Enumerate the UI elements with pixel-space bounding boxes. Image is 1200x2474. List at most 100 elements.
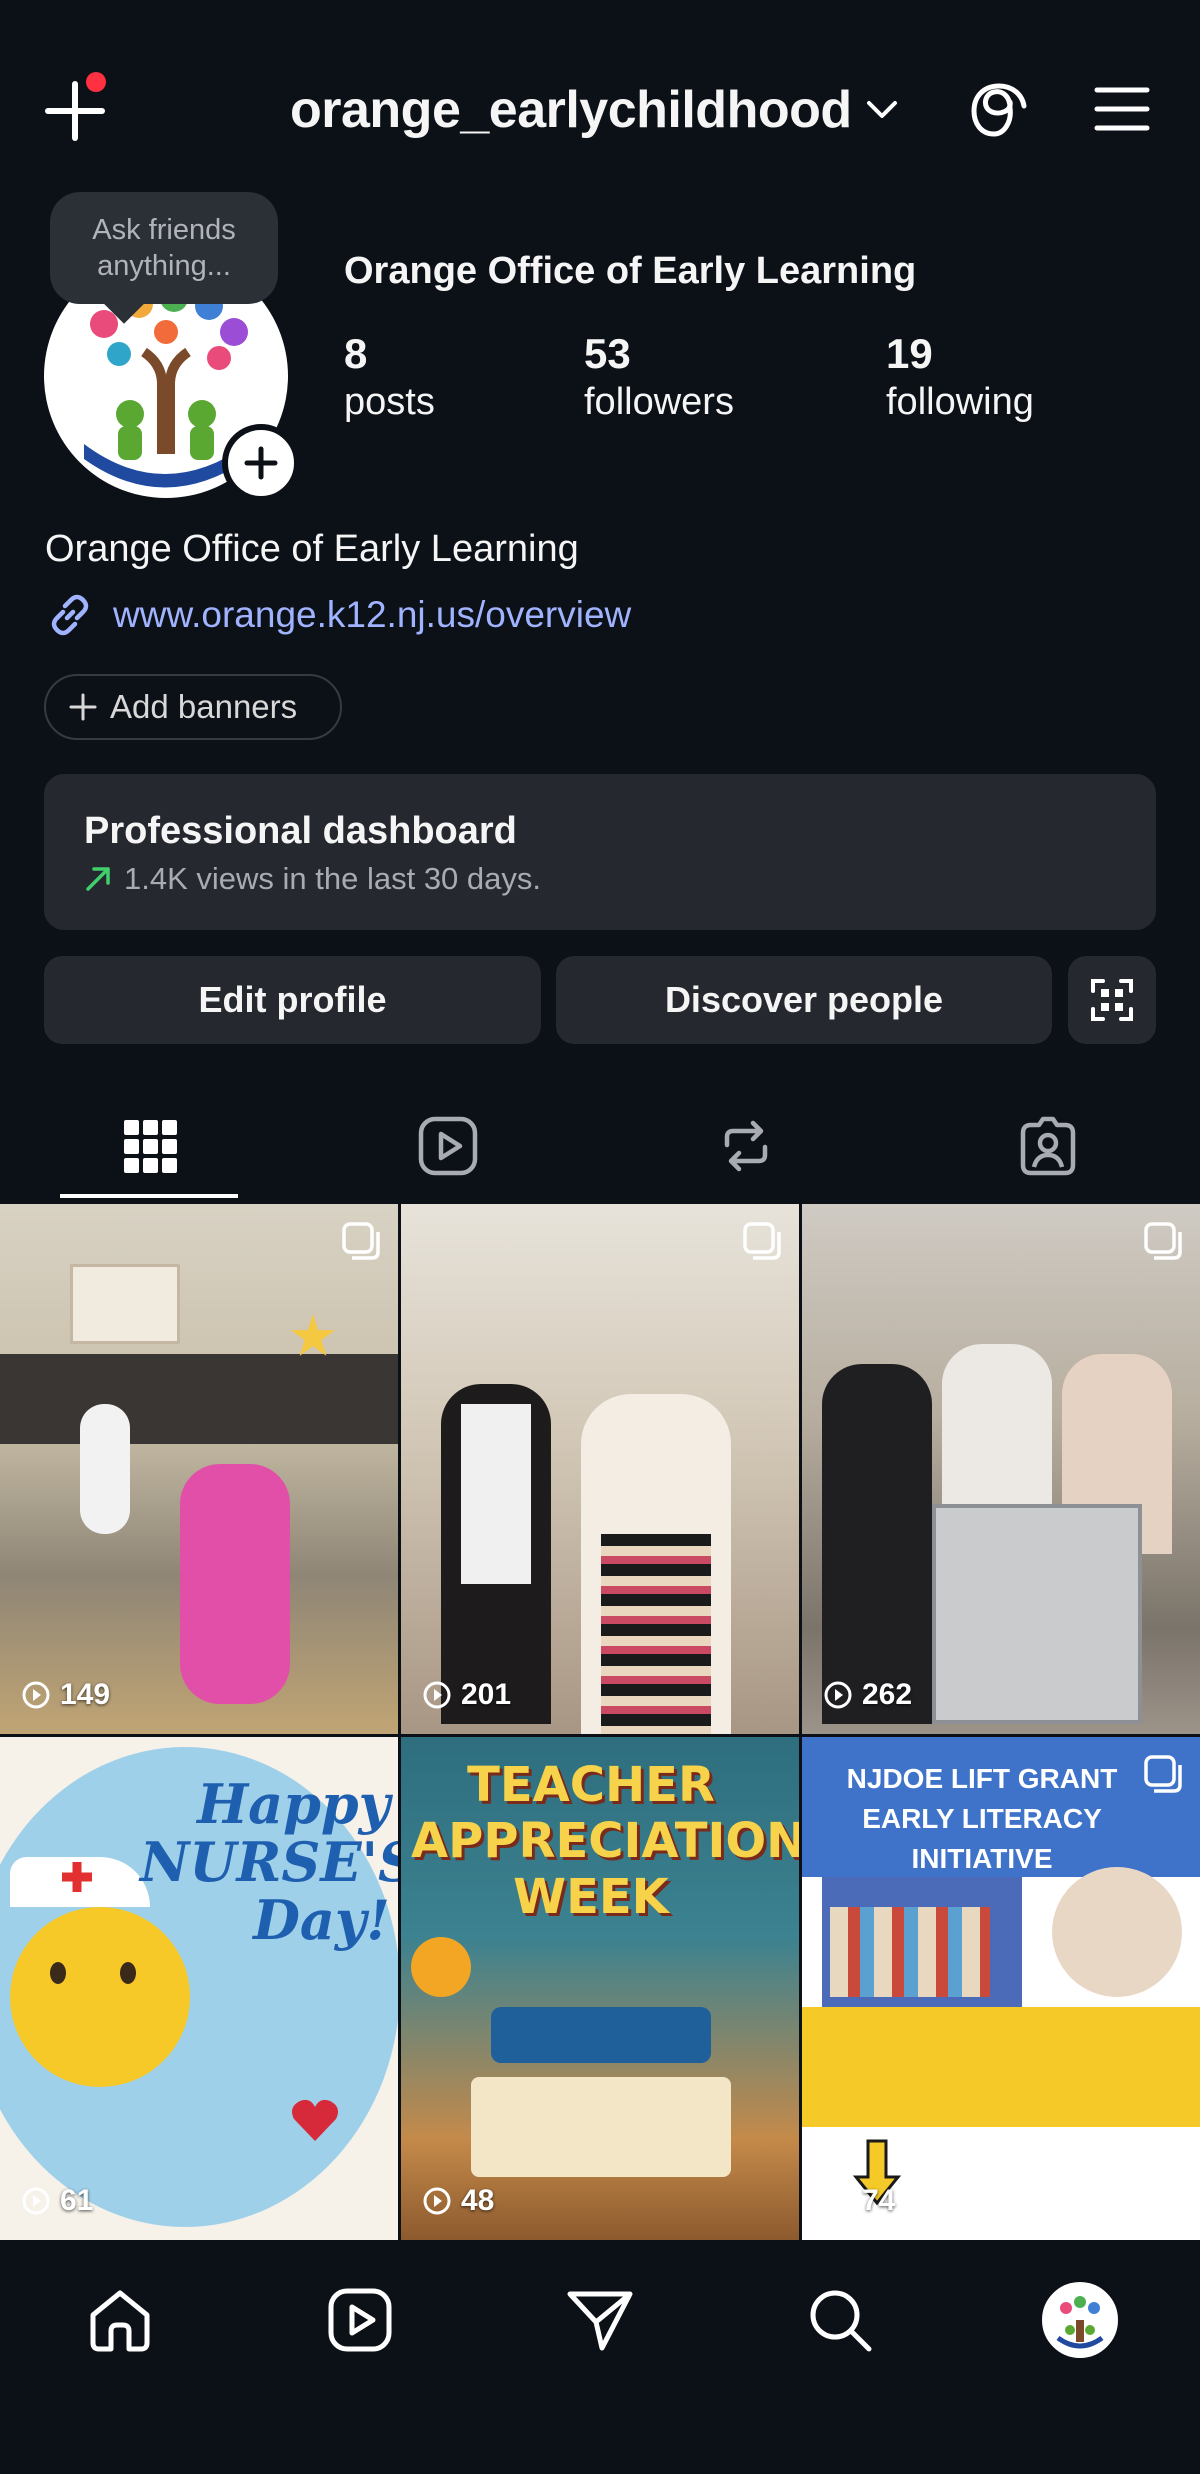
tagged-icon bbox=[1020, 1116, 1076, 1176]
view-count-value: 48 bbox=[461, 2184, 495, 2217]
view-count: 74 bbox=[824, 2184, 895, 2218]
messages-icon bbox=[567, 2291, 633, 2351]
play-icon bbox=[423, 1681, 451, 1709]
view-count: 262 bbox=[824, 1678, 912, 1712]
view-count-value: 201 bbox=[461, 1678, 512, 1711]
post-image-detail bbox=[70, 1264, 180, 1344]
top-bar: orange_earlychildhood bbox=[0, 0, 1200, 200]
bottom-navigation bbox=[0, 2240, 1200, 2474]
nav-home[interactable] bbox=[80, 2280, 160, 2360]
profile-display-name: Orange Office of Early Learning bbox=[344, 250, 917, 292]
multiple-posts-icon bbox=[1144, 1755, 1182, 1793]
tab-reposts[interactable] bbox=[626, 1090, 866, 1202]
stat-value: 53 bbox=[584, 330, 631, 377]
play-icon bbox=[824, 2187, 852, 2215]
discover-people-button[interactable]: Discover people bbox=[556, 956, 1052, 1044]
following-count[interactable]: 19 following bbox=[886, 330, 1034, 426]
post-caption: Happy NURSE'S Day! bbox=[140, 1772, 398, 1952]
active-tab-indicator bbox=[60, 1194, 238, 1198]
discover-people-label: Discover people bbox=[664, 979, 944, 1020]
posts-count[interactable]: 8 posts bbox=[344, 330, 435, 426]
nav-profile[interactable] bbox=[1040, 2280, 1120, 2360]
play-icon bbox=[22, 1681, 50, 1709]
tab-tagged[interactable] bbox=[928, 1090, 1168, 1202]
post-tile[interactable]: Happy NURSE'S Day! 61 bbox=[0, 1737, 398, 2240]
notes-tooltip[interactable]: Ask friends anything... bbox=[50, 192, 278, 304]
post-tile[interactable]: 149 bbox=[0, 1204, 398, 1734]
multiple-posts-icon bbox=[1144, 1222, 1182, 1260]
create-button[interactable] bbox=[44, 72, 114, 142]
professional-dashboard[interactable]: Professional dashboard 1.4K views in the… bbox=[44, 774, 1156, 930]
add-banners-button[interactable]: Add banners bbox=[44, 674, 342, 740]
post-image-detail bbox=[80, 1404, 130, 1534]
followers-count[interactable]: 53 followers bbox=[584, 330, 734, 426]
add-banners-label: Add banners bbox=[110, 688, 298, 725]
post-tile[interactable]: 201 bbox=[401, 1204, 799, 1734]
post-image-detail bbox=[601, 1534, 711, 1734]
profile-link[interactable]: www.orange.k12.nj.us/overview bbox=[45, 590, 631, 640]
post-image-detail bbox=[932, 1504, 1142, 1724]
account-switcher[interactable]: orange_earlychildhood bbox=[290, 80, 898, 140]
reels-icon bbox=[418, 1116, 478, 1176]
nav-search[interactable] bbox=[800, 2280, 880, 2360]
post-tile[interactable]: TEACHER APPRECIATION WEEK 48 bbox=[401, 1737, 799, 2240]
play-icon bbox=[22, 2187, 50, 2215]
threads-icon[interactable] bbox=[966, 78, 1032, 144]
link-text: www.orange.k12.nj.us/overview bbox=[113, 594, 632, 635]
edit-profile-button[interactable]: Edit profile bbox=[44, 956, 541, 1044]
nav-reels[interactable] bbox=[320, 2280, 400, 2360]
play-icon bbox=[824, 1681, 852, 1709]
sunflower-icon bbox=[411, 1937, 471, 1997]
view-count-value: 74 bbox=[862, 2184, 896, 2217]
view-count-value: 149 bbox=[60, 1678, 111, 1711]
profile-tabs bbox=[0, 1090, 1200, 1202]
tab-reels[interactable] bbox=[328, 1090, 568, 1202]
post-grid: 149 201 262 Happy NURSE'S Day! 61 TEACHE… bbox=[0, 1204, 1200, 2240]
post-tile[interactable]: NJDOE LIFT GRANT EARLY LITERACY INITIATI… bbox=[802, 1737, 1200, 2240]
dashboard-subtitle-row: 1.4K views in the last 30 days. bbox=[84, 861, 1116, 897]
stat-value: 8 bbox=[344, 330, 368, 377]
post-image-detail bbox=[0, 1354, 398, 1444]
stat-label: followers bbox=[584, 381, 734, 423]
multiple-posts-icon bbox=[743, 1222, 781, 1260]
multiple-posts-icon bbox=[342, 1222, 380, 1260]
post-image-detail bbox=[50, 1962, 66, 1984]
edit-profile-label: Edit profile bbox=[198, 979, 387, 1020]
post-image-detail bbox=[180, 1464, 290, 1704]
post-image-detail bbox=[471, 2077, 731, 2177]
post-image-detail bbox=[802, 2007, 1200, 2127]
post-tile[interactable]: 262 bbox=[802, 1204, 1200, 1734]
plus-icon bbox=[69, 693, 97, 721]
post-image-detail bbox=[491, 2007, 711, 2063]
nav-messages[interactable] bbox=[560, 2280, 640, 2360]
view-count: 61 bbox=[22, 2184, 93, 2218]
add-story-button[interactable] bbox=[222, 424, 300, 502]
trending-up-icon bbox=[86, 867, 110, 891]
play-icon bbox=[423, 2187, 451, 2215]
heart-icon bbox=[292, 2099, 338, 2141]
dashboard-subtitle: 1.4K views in the last 30 days. bbox=[124, 861, 542, 896]
tree-logo-icon bbox=[1056, 2296, 1104, 2349]
chevron-down-icon bbox=[866, 101, 897, 118]
post-image-detail bbox=[942, 1344, 1052, 1524]
post-image-detail bbox=[461, 1404, 531, 1584]
view-count: 48 bbox=[423, 2184, 494, 2218]
username-label: orange_earlychildhood bbox=[290, 81, 852, 139]
reposts-icon bbox=[724, 1120, 768, 1172]
qr-code-icon bbox=[1091, 979, 1133, 1021]
home-icon bbox=[90, 2290, 150, 2352]
stat-label: posts bbox=[344, 381, 435, 423]
post-caption: NJDOE LIFT GRANT EARLY LITERACY INITIATI… bbox=[846, 1763, 1118, 1874]
post-image-detail bbox=[822, 1364, 932, 1724]
tooltip-text: Ask friends anything... bbox=[92, 214, 236, 282]
qr-code-button[interactable] bbox=[1068, 956, 1156, 1044]
bio-name: Orange Office of Early Learning bbox=[45, 528, 579, 570]
tab-grid[interactable] bbox=[30, 1090, 270, 1202]
post-image-detail bbox=[120, 1962, 136, 1984]
dashboard-title: Professional dashboard bbox=[84, 810, 517, 852]
link-icon bbox=[51, 594, 89, 636]
view-count: 149 bbox=[22, 1678, 110, 1712]
view-count: 201 bbox=[423, 1678, 511, 1712]
menu-icon[interactable] bbox=[1094, 84, 1150, 134]
view-count-value: 61 bbox=[60, 2184, 94, 2217]
